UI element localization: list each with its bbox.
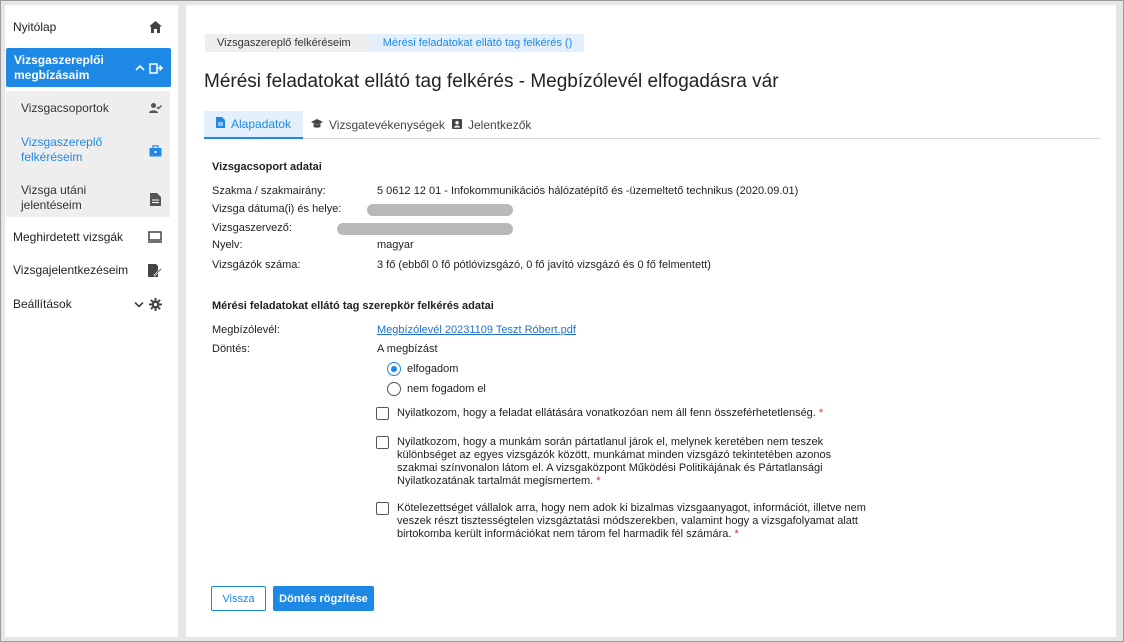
sidebar-item-exam-groups[interactable]: Vizsgacsoportok <box>6 101 170 117</box>
submit-decision-button[interactable]: Döntés rögzítése <box>273 586 374 611</box>
radio-label-decline: nem fogadom el <box>407 383 486 395</box>
breadcrumb-item-current: Mérési feladatokat ellátó tag felkérés (… <box>362 34 585 52</box>
sidebar-item-label: Beállítások <box>13 296 72 311</box>
gear-icon[interactable] <box>148 297 162 311</box>
document-icon <box>216 117 225 131</box>
radio-button-selected[interactable] <box>387 362 401 376</box>
tab-label: Alapadatok <box>231 117 292 131</box>
required-mark: * <box>734 528 739 540</box>
statement-checkbox-1[interactable] <box>376 407 389 420</box>
letter-download-link[interactable]: Megbízólevél 20231109 Teszt Róbert.pdf <box>377 324 576 336</box>
document-icon <box>148 192 162 206</box>
chevron-down-icon[interactable] <box>132 297 146 311</box>
redacted-organizer <box>337 223 513 235</box>
field-value-language: magyar <box>377 239 414 251</box>
statement-checkbox-2[interactable] <box>376 436 389 449</box>
field-label-organizer: Vizsgaszervező: <box>212 222 292 234</box>
statement-label-1: Nyilatkozom, hogy a feladat ellátására v… <box>397 407 816 419</box>
breadcrumb-item-requests[interactable]: Vizsgaszereplő felkéréseim <box>205 34 372 52</box>
required-mark: * <box>596 475 601 487</box>
section-title-request: Mérési feladatokat ellátó tag szerepkör … <box>212 300 494 312</box>
monitor-icon <box>148 230 162 244</box>
sidebar-item-settings[interactable]: Beállítások <box>5 296 170 312</box>
field-label-language: Nyelv: <box>212 239 243 251</box>
statement-label-3: Kötelezettséget vállalok arra, hogy nem … <box>397 502 866 540</box>
sidebar-item-applications[interactable]: Vizsgajelentkezéseim <box>5 262 170 278</box>
person-check-icon <box>148 101 162 115</box>
radio-button[interactable] <box>387 382 401 396</box>
sidebar-item-assignments[interactable]: Vizsgaszereplői megbízásaim <box>6 48 171 87</box>
tab-bar: Alapadatok Vizsgatevékenységek Jelentkez… <box>204 111 1100 139</box>
graduation-cap-icon <box>311 118 323 132</box>
sidebar: Nyitólap Vizsgaszereplői megbízásaim Viz… <box>5 5 178 637</box>
sidebar-item-label: Vizsgaszereplői megbízásaim <box>14 52 104 82</box>
tab-applicants[interactable]: Jelentkezők <box>440 111 543 139</box>
sidebar-item-label: Vizsga utáni jelentéseim <box>21 183 87 212</box>
tab-label: Jelentkezők <box>468 118 532 132</box>
sidebar-item-label: Vizsgacsoportok <box>21 101 109 115</box>
edit-document-icon <box>148 263 162 277</box>
field-label-candidates: Vizsgázók száma: <box>212 259 301 271</box>
tab-basic-data[interactable]: Alapadatok <box>204 111 304 139</box>
field-label-profession: Szakma / szakmairány: <box>212 185 326 197</box>
page-title: Mérési feladatokat ellátó tag felkérés -… <box>204 71 779 92</box>
field-value-profession: 5 0612 12 01 - Infokommunikációs hálózat… <box>377 185 799 197</box>
tab-exam-activities[interactable]: Vizsgatevékenységek <box>299 111 457 139</box>
redacted-exam-date <box>367 204 513 216</box>
statement-text-3: Kötelezettséget vállalok arra, hogy nem … <box>397 502 867 541</box>
radio-accept[interactable]: elfogadom <box>387 362 458 376</box>
tab-label: Vizsgatevékenységek <box>329 118 445 132</box>
decision-intro: A megbízást <box>377 343 438 355</box>
sidebar-item-requests[interactable]: Vizsgaszereplő felkéréseim <box>6 135 170 167</box>
sidebar-item-home[interactable]: Nyitólap <box>5 19 170 35</box>
home-icon <box>148 20 162 34</box>
statement-row-3: Kötelezettséget vállalok arra, hogy nem … <box>376 502 866 546</box>
field-label-exam-date: Vizsga dátuma(i) és helye: <box>212 203 342 215</box>
sidebar-item-label: Meghirdetett vizsgák <box>13 229 124 244</box>
statement-label-2: Nyilatkozom, hogy a munkám során pártatl… <box>397 436 832 487</box>
briefcase-icon <box>148 144 162 158</box>
statement-text-1: Nyilatkozom, hogy a feladat ellátására v… <box>397 407 867 420</box>
sidebar-submenu: Vizsgacsoportok Vizsgaszereplő felkérése… <box>6 91 170 217</box>
section-title-group: Vizsgacsoport adatai <box>212 161 322 173</box>
sidebar-item-label: Vizsgajelentkezéseim <box>13 262 129 277</box>
statement-row-1: Nyilatkozom, hogy a feladat ellátására v… <box>376 407 856 423</box>
statement-text-2: Nyilatkozom, hogy a munkám során pártatl… <box>397 436 867 488</box>
main-content: Vizsgaszereplő felkéréseim Mérési felada… <box>186 5 1116 637</box>
sidebar-item-label: Nyitólap <box>13 19 57 34</box>
radio-decline[interactable]: nem fogadom el <box>387 382 486 396</box>
contact-card-icon <box>452 118 462 132</box>
field-value-candidates: 3 fő (ebből 0 fő pótlóvizsgázó, 0 fő jav… <box>377 259 711 271</box>
app-frame: Nyitólap Vizsgaszereplői megbízásaim Viz… <box>0 0 1124 642</box>
sidebar-item-exams[interactable]: Meghirdetett vizsgák <box>5 229 170 245</box>
sidebar-item-label: Vizsgaszereplő felkéréseim <box>21 135 103 164</box>
statement-checkbox-3[interactable] <box>376 502 389 515</box>
back-button[interactable]: Vissza <box>211 586 266 611</box>
sidebar-item-reports[interactable]: Vizsga utáni jelentéseim <box>6 183 170 215</box>
field-label-letter: Megbízólevél: <box>212 324 280 336</box>
assignment-icon <box>149 61 163 75</box>
statement-row-2: Nyilatkozom, hogy a munkám során pártatl… <box>376 436 856 492</box>
chevron-up-icon[interactable] <box>133 61 147 75</box>
field-label-decision: Döntés: <box>212 343 250 355</box>
required-mark: * <box>818 407 824 419</box>
breadcrumb: Vizsgaszereplő felkéréseim Mérési felada… <box>205 34 585 52</box>
radio-label-accept: elfogadom <box>407 363 459 375</box>
